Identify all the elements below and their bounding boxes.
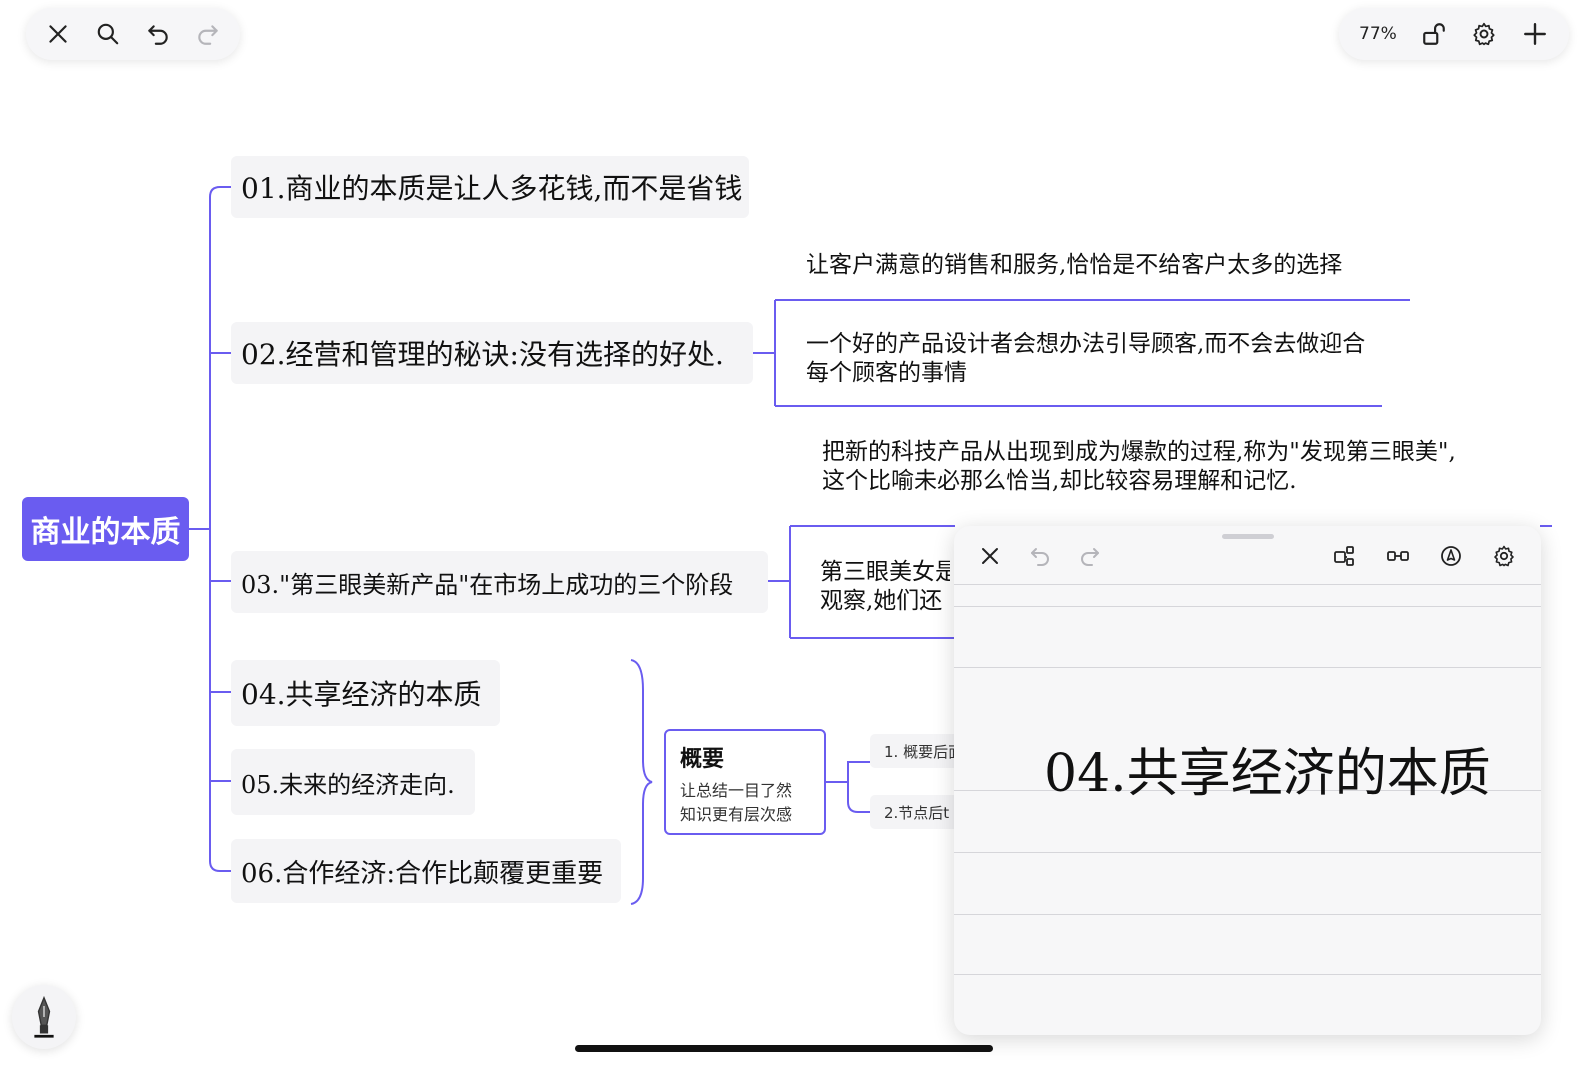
ruled-line [954,974,1541,975]
link-nodes-button[interactable] [1380,538,1416,574]
settings-button[interactable] [1464,14,1504,54]
summary-line: 知识更有层次感 [680,805,793,824]
branch-node-3[interactable]: 03."第三眼美新产品"在市场上成功的三个阶段 [231,551,768,613]
handwriting-text[interactable]: 04.共享经济的本质 [1044,731,1491,806]
ruled-line [954,852,1541,853]
panel-toolbar [954,526,1541,584]
ruled-line [954,667,1541,668]
branch-node-1[interactable]: 01.商业的本质是让人多花钱,而不是省钱 [231,156,749,218]
add-button[interactable] [1515,14,1555,54]
link-nodes-icon [1387,551,1409,561]
close-icon [49,25,67,43]
undo-icon [1031,548,1049,566]
insert-node-button[interactable] [1326,538,1362,574]
branch-node-2[interactable]: 02.经营和管理的秘诀:没有选择的好处. [231,322,753,384]
note-line: 每个顾客的事情 [806,359,967,386]
summary-line: 让总结一目了然 [680,781,793,800]
close-button[interactable] [38,14,78,54]
note-line: 观察,她们还 [820,587,943,614]
lock-button[interactable] [1414,14,1454,54]
ruled-line [954,584,1541,585]
undo-icon [148,25,168,45]
zoom-level[interactable]: 77% [1353,24,1403,44]
redo-icon [198,25,218,45]
close-icon [982,548,998,564]
panel-close-button[interactable] [972,538,1008,574]
plus-icon [1524,23,1546,45]
root-node[interactable]: 商业的本质 [22,497,189,561]
panel-redo-button[interactable] [1072,538,1108,574]
note-third-look[interactable]: 把新的科技产品从出现到成为爆款的过程,称为"发现第三眼美", 这个比喻未必那么恰… [822,438,1542,496]
insert-node-icon [1334,546,1354,566]
branch-node-4[interactable]: 04.共享经济的本质 [231,660,500,726]
handwriting-panel[interactable]: 04.共享经济的本质 [954,526,1541,1035]
note-third-look-beauty[interactable]: 第三眼美女是 观察,她们还 [820,558,950,616]
panel-undo-button[interactable] [1022,538,1058,574]
note-line: 第三眼美女是 [820,559,950,585]
undo-button[interactable] [138,14,178,54]
gear-icon [1473,22,1495,46]
unlock-icon [1422,23,1445,45]
note-choice-service[interactable]: 让客户满意的销售和服务,恰恰是不给客户太多的选择 [806,251,1342,280]
panel-settings-button[interactable] [1486,538,1522,574]
summary-title: 概要 [680,747,725,772]
note-line: 这个比喻未必那么恰当,却比较容易理解和记忆. [822,467,1297,494]
ruled-line [954,606,1541,607]
note-product-designer[interactable]: 一个好的产品设计者会想办法引导顾客,而不会去做迎合 每个顾客的事情 [806,330,1386,388]
pen-circle-icon [1441,546,1461,566]
summary-node[interactable]: 概要 让总结一目了然 知识更有层次感 [664,729,826,835]
branch-node-6[interactable]: 06.合作经济:合作比颠覆更重要 [231,839,621,903]
redo-button[interactable] [188,14,228,54]
note-line: 把新的科技产品从出现到成为爆款的过程,称为"发现第三眼美", [822,439,1456,465]
ruled-line [954,914,1541,915]
note-line: 一个好的产品设计者会想办法引导顾客,而不会去做迎合 [806,331,1366,357]
redo-icon [1081,548,1099,566]
gear-icon [1494,545,1514,567]
home-indicator[interactable] [575,1045,993,1052]
pen-mode-button[interactable] [1433,538,1469,574]
search-button[interactable] [88,14,128,54]
fountain-pen-icon [34,995,54,1038]
branch-node-5[interactable]: 05.未来的经济走向. [231,749,475,815]
right-toolbar: 77% [1339,8,1569,60]
search-icon [97,23,119,45]
left-toolbar [26,8,240,60]
pen-tool-button[interactable] [12,985,76,1049]
